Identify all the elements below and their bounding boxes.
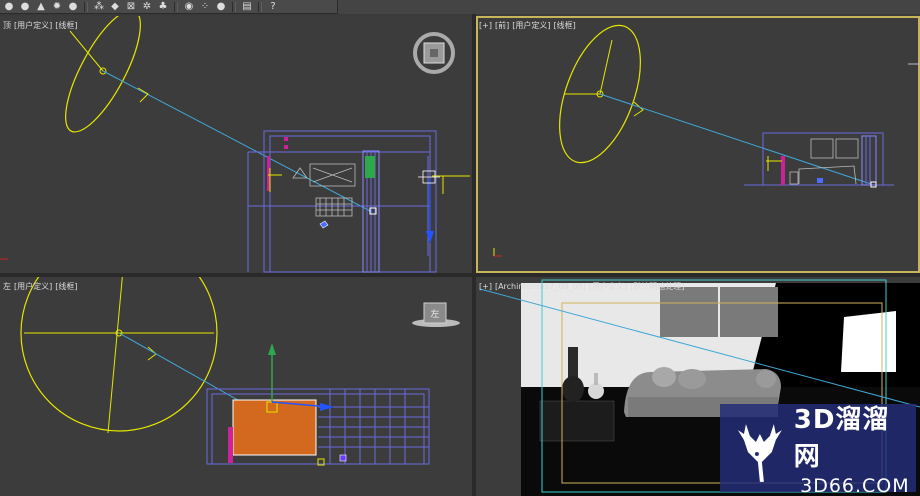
viewport-menu-label[interactable]: [+] — [479, 282, 492, 291]
bounding-box-icon[interactable]: ⊠ — [124, 1, 138, 13]
view-name-label[interactable]: [前] — [495, 21, 509, 30]
vase — [588, 383, 604, 399]
viewport-left[interactable]: 左 [用户定义] [线框] 左 — [0, 277, 472, 496]
help-icon[interactable]: ? — [266, 1, 280, 13]
material-icon[interactable]: ● — [214, 1, 228, 13]
omni-light-2-icon[interactable]: ● — [18, 1, 32, 13]
viewport-top-canvas — [0, 16, 470, 273]
light-disk-gizmo — [559, 24, 641, 164]
toolbar-separator — [232, 1, 236, 12]
toolbar-separator — [258, 1, 262, 12]
view-name-label[interactable]: 左 — [3, 282, 11, 291]
settings-gear-icon[interactable]: ✲ — [140, 1, 154, 13]
shading-mode-label[interactable]: [线框] — [55, 282, 77, 291]
viewcube-face-label: 左 — [430, 308, 439, 320]
viewport-splitter-vertical[interactable] — [472, 14, 476, 496]
viewcube-icon: 左 — [412, 302, 460, 327]
sphere-icon[interactable]: ◉ — [182, 1, 196, 13]
room-wireframe — [744, 132, 894, 186]
view-name-label[interactable]: 顶 — [3, 21, 11, 30]
watermark-title: 3D溜溜网 — [793, 405, 890, 472]
selected-object — [232, 399, 317, 456]
viewcube-icon — [413, 32, 455, 74]
sun-light-icon[interactable]: ✹ — [50, 1, 64, 13]
toolbar-background — [338, 0, 920, 14]
viewport-splitter-horizontal[interactable] — [0, 273, 920, 277]
furniture-wireframe — [292, 163, 356, 217]
light-ray — [102, 70, 373, 213]
viewport-left-label[interactable]: 左 [用户定义] [线框] — [3, 281, 81, 292]
primitives-icon[interactable]: ⁘ — [198, 1, 212, 13]
viewport-camera[interactable]: [+] [Archinteriors7_08_08] [用户定义] [默认明暗处理] — [476, 277, 920, 496]
light-disk-gizmo — [20, 277, 218, 432]
view-mode-label[interactable]: [用户定义] — [14, 21, 52, 30]
shading-mode-label[interactable]: [线框] — [553, 21, 575, 30]
main-toolbar: ● ● ▲ ✹ ● ⁂ ◆ ⊠ ✲ ♣ ◉ ⁘ ● ▤? — [0, 0, 338, 14]
light-disk-gizmo — [65, 16, 141, 133]
view-mode-label[interactable]: [用户定义] — [589, 282, 627, 291]
shading-mode-label[interactable]: [线框] — [55, 21, 77, 30]
viewport-front-canvas — [493, 24, 920, 257]
camera-name-label[interactable]: [Archinteriors7_08_08] — [495, 282, 586, 291]
render-frame-icon[interactable]: ▤ — [240, 1, 254, 13]
plant-icon[interactable]: ♣ — [156, 1, 170, 13]
camera-target-icon[interactable]: ◆ — [108, 1, 122, 13]
viewport-camera-label[interactable]: [+] [Archinteriors7_08_08] [用户定义] [默认明暗处理] — [479, 281, 687, 292]
painting — [660, 287, 718, 337]
view-mode-label[interactable]: [用户定义] — [14, 282, 52, 291]
viewport-left-canvas: 左 — [20, 277, 460, 466]
spot-light-icon[interactable]: ▲ — [34, 1, 48, 13]
viewport-front[interactable]: [+] [前] [用户定义] [线框] — [476, 16, 920, 273]
toolbar-separator — [174, 1, 178, 12]
view-mode-label[interactable]: [用户定义] — [512, 21, 550, 30]
toolbar-separator — [84, 1, 88, 12]
viewport-front-label[interactable]: [+] [前] [用户定义] [线框] — [479, 20, 579, 31]
viewport-top[interactable]: 顶 [用户定义] [线框] — [0, 16, 472, 273]
shading-mode-label[interactable]: [默认明暗处理] — [630, 282, 684, 291]
furniture-wireframe — [789, 138, 859, 185]
side-table — [539, 400, 615, 442]
omni-light-icon[interactable]: ● — [2, 1, 16, 13]
room-wireframe — [247, 130, 437, 273]
deer-logo-icon — [737, 424, 782, 482]
watermark-subtitle: 3D66.COM — [800, 475, 910, 496]
particle-icon[interactable]: ⁂ — [92, 1, 106, 13]
viewport-top-label[interactable]: 顶 [用户定义] [线框] — [3, 20, 81, 31]
skylight-icon[interactable]: ● — [66, 1, 80, 13]
viewport-menu-label[interactable]: [+] — [479, 21, 492, 30]
watermark: 3D溜溜网 3D66.COM — [720, 404, 916, 496]
